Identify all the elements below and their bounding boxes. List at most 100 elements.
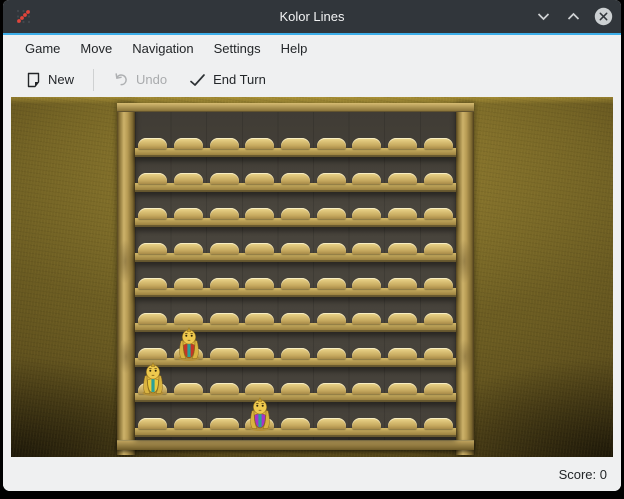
board-cell-r2-c0[interactable] <box>138 208 167 219</box>
board-cell-r3-c1[interactable] <box>174 243 203 254</box>
board-cell-r7-c8[interactable] <box>424 383 453 394</box>
board-cell-r3-c3[interactable] <box>245 243 274 254</box>
maximize-button[interactable] <box>563 7 583 27</box>
board-cell-r4-c1[interactable] <box>174 278 203 289</box>
desktop: { "window": { "title": "Kolor Lines", "c… <box>0 0 624 499</box>
board-cell-r6-c0[interactable] <box>138 348 167 359</box>
klines-app-icon <box>15 8 32 25</box>
board-cell-r5-c6[interactable] <box>352 313 381 324</box>
board-cell-r6-c7[interactable] <box>388 348 417 359</box>
game-piece-purple[interactable] <box>246 397 274 431</box>
board-cell-r6-c6[interactable] <box>352 348 381 359</box>
board-cell-r6-c5[interactable] <box>317 348 346 359</box>
board-cell-r3-c7[interactable] <box>388 243 417 254</box>
board-cell-r3-c5[interactable] <box>317 243 346 254</box>
board-cell-r1-c2[interactable] <box>210 173 239 184</box>
board-cell-r5-c0[interactable] <box>138 313 167 324</box>
board-cell-r6-c3[interactable] <box>245 348 274 359</box>
undo-button[interactable]: Undo <box>104 67 176 92</box>
board-cell-r4-c3[interactable] <box>245 278 274 289</box>
board-cell-r8-c8[interactable] <box>424 418 453 429</box>
board-cell-r4-c4[interactable] <box>281 278 310 289</box>
board-cell-r3-c6[interactable] <box>352 243 381 254</box>
board-cell-r7-c4[interactable] <box>281 383 310 394</box>
board-cell-r5-c3[interactable] <box>245 313 274 324</box>
board-cell-r5-c4[interactable] <box>281 313 310 324</box>
menu-game[interactable]: Game <box>15 38 70 59</box>
board-cell-r2-c7[interactable] <box>388 208 417 219</box>
board-cell-r7-c6[interactable] <box>352 383 381 394</box>
menu-move[interactable]: Move <box>70 38 122 59</box>
board-cell-r6-c8[interactable] <box>424 348 453 359</box>
chevron-down-icon <box>537 12 550 21</box>
board-cell-r2-c8[interactable] <box>424 208 453 219</box>
menu-settings[interactable]: Settings <box>204 38 271 59</box>
board-cell-r3-c4[interactable] <box>281 243 310 254</box>
board-cell-r0-c3[interactable] <box>245 138 274 149</box>
titlebar[interactable]: Kolor Lines <box>3 0 621 33</box>
board-cell-r0-c1[interactable] <box>174 138 203 149</box>
board-cell-r0-c6[interactable] <box>352 138 381 149</box>
board-cell-r8-c1[interactable] <box>174 418 203 429</box>
board-cell-r1-c1[interactable] <box>174 173 203 184</box>
board-cell-r8-c0[interactable] <box>138 418 167 429</box>
minimize-button[interactable] <box>533 7 553 27</box>
board-cell-r4-c2[interactable] <box>210 278 239 289</box>
board-cell-r2-c2[interactable] <box>210 208 239 219</box>
board-cell-r0-c0[interactable] <box>138 138 167 149</box>
board-cell-r1-c5[interactable] <box>317 173 346 184</box>
board-cell-r3-c0[interactable] <box>138 243 167 254</box>
board-cell-r0-c2[interactable] <box>210 138 239 149</box>
board-cell-r2-c6[interactable] <box>352 208 381 219</box>
menu-help[interactable]: Help <box>271 38 318 59</box>
end-turn-button[interactable]: End Turn <box>180 67 275 92</box>
game-piece-yellow[interactable] <box>139 362 167 396</box>
game-piece-red[interactable] <box>175 327 203 361</box>
board-cell-r0-c5[interactable] <box>317 138 346 149</box>
board-cell-r8-c6[interactable] <box>352 418 381 429</box>
board-cell-r0-c8[interactable] <box>424 138 453 149</box>
board-cell-r6-c4[interactable] <box>281 348 310 359</box>
board-cell-r5-c8[interactable] <box>424 313 453 324</box>
board-cell-r1-c6[interactable] <box>352 173 381 184</box>
new-game-label: New <box>48 72 74 87</box>
board-cell-r1-c3[interactable] <box>245 173 274 184</box>
board-cell-r2-c3[interactable] <box>245 208 274 219</box>
board-cell-r4-c8[interactable] <box>424 278 453 289</box>
board-cell-r4-c0[interactable] <box>138 278 167 289</box>
board-cell-r2-c5[interactable] <box>317 208 346 219</box>
board-cell-r4-c5[interactable] <box>317 278 346 289</box>
window-title: Kolor Lines <box>3 9 621 24</box>
board-cell-r1-c0[interactable] <box>138 173 167 184</box>
board-cell-r5-c1[interactable] <box>174 313 203 324</box>
board-cell-r4-c7[interactable] <box>388 278 417 289</box>
board-cell-r0-c7[interactable] <box>388 138 417 149</box>
shelf-row-0 <box>135 148 456 157</box>
board-cell-r6-c2[interactable] <box>210 348 239 359</box>
board-cell-r7-c1[interactable] <box>174 383 203 394</box>
board-cell-r5-c7[interactable] <box>388 313 417 324</box>
board-cell-r1-c4[interactable] <box>281 173 310 184</box>
board-cell-r4-c6[interactable] <box>352 278 381 289</box>
menu-navigation[interactable]: Navigation <box>122 38 203 59</box>
toolbar-separator <box>93 69 94 91</box>
new-game-button[interactable]: New <box>17 67 83 93</box>
board-cell-r5-c2[interactable] <box>210 313 239 324</box>
board-cell-r0-c4[interactable] <box>281 138 310 149</box>
board-cell-r1-c8[interactable] <box>424 173 453 184</box>
board-cell-r2-c4[interactable] <box>281 208 310 219</box>
board-cell-r3-c8[interactable] <box>424 243 453 254</box>
board-cell-r8-c2[interactable] <box>210 418 239 429</box>
board-cell-r3-c2[interactable] <box>210 243 239 254</box>
board-cell-r7-c3[interactable] <box>245 383 274 394</box>
board-cell-r8-c5[interactable] <box>317 418 346 429</box>
board-cell-r7-c7[interactable] <box>388 383 417 394</box>
board-cell-r2-c1[interactable] <box>174 208 203 219</box>
board-cell-r7-c2[interactable] <box>210 383 239 394</box>
board-cell-r8-c4[interactable] <box>281 418 310 429</box>
board-cell-r7-c5[interactable] <box>317 383 346 394</box>
board-cell-r5-c5[interactable] <box>317 313 346 324</box>
board-cell-r1-c7[interactable] <box>388 173 417 184</box>
board-cell-r8-c7[interactable] <box>388 418 417 429</box>
close-button[interactable] <box>593 7 613 27</box>
